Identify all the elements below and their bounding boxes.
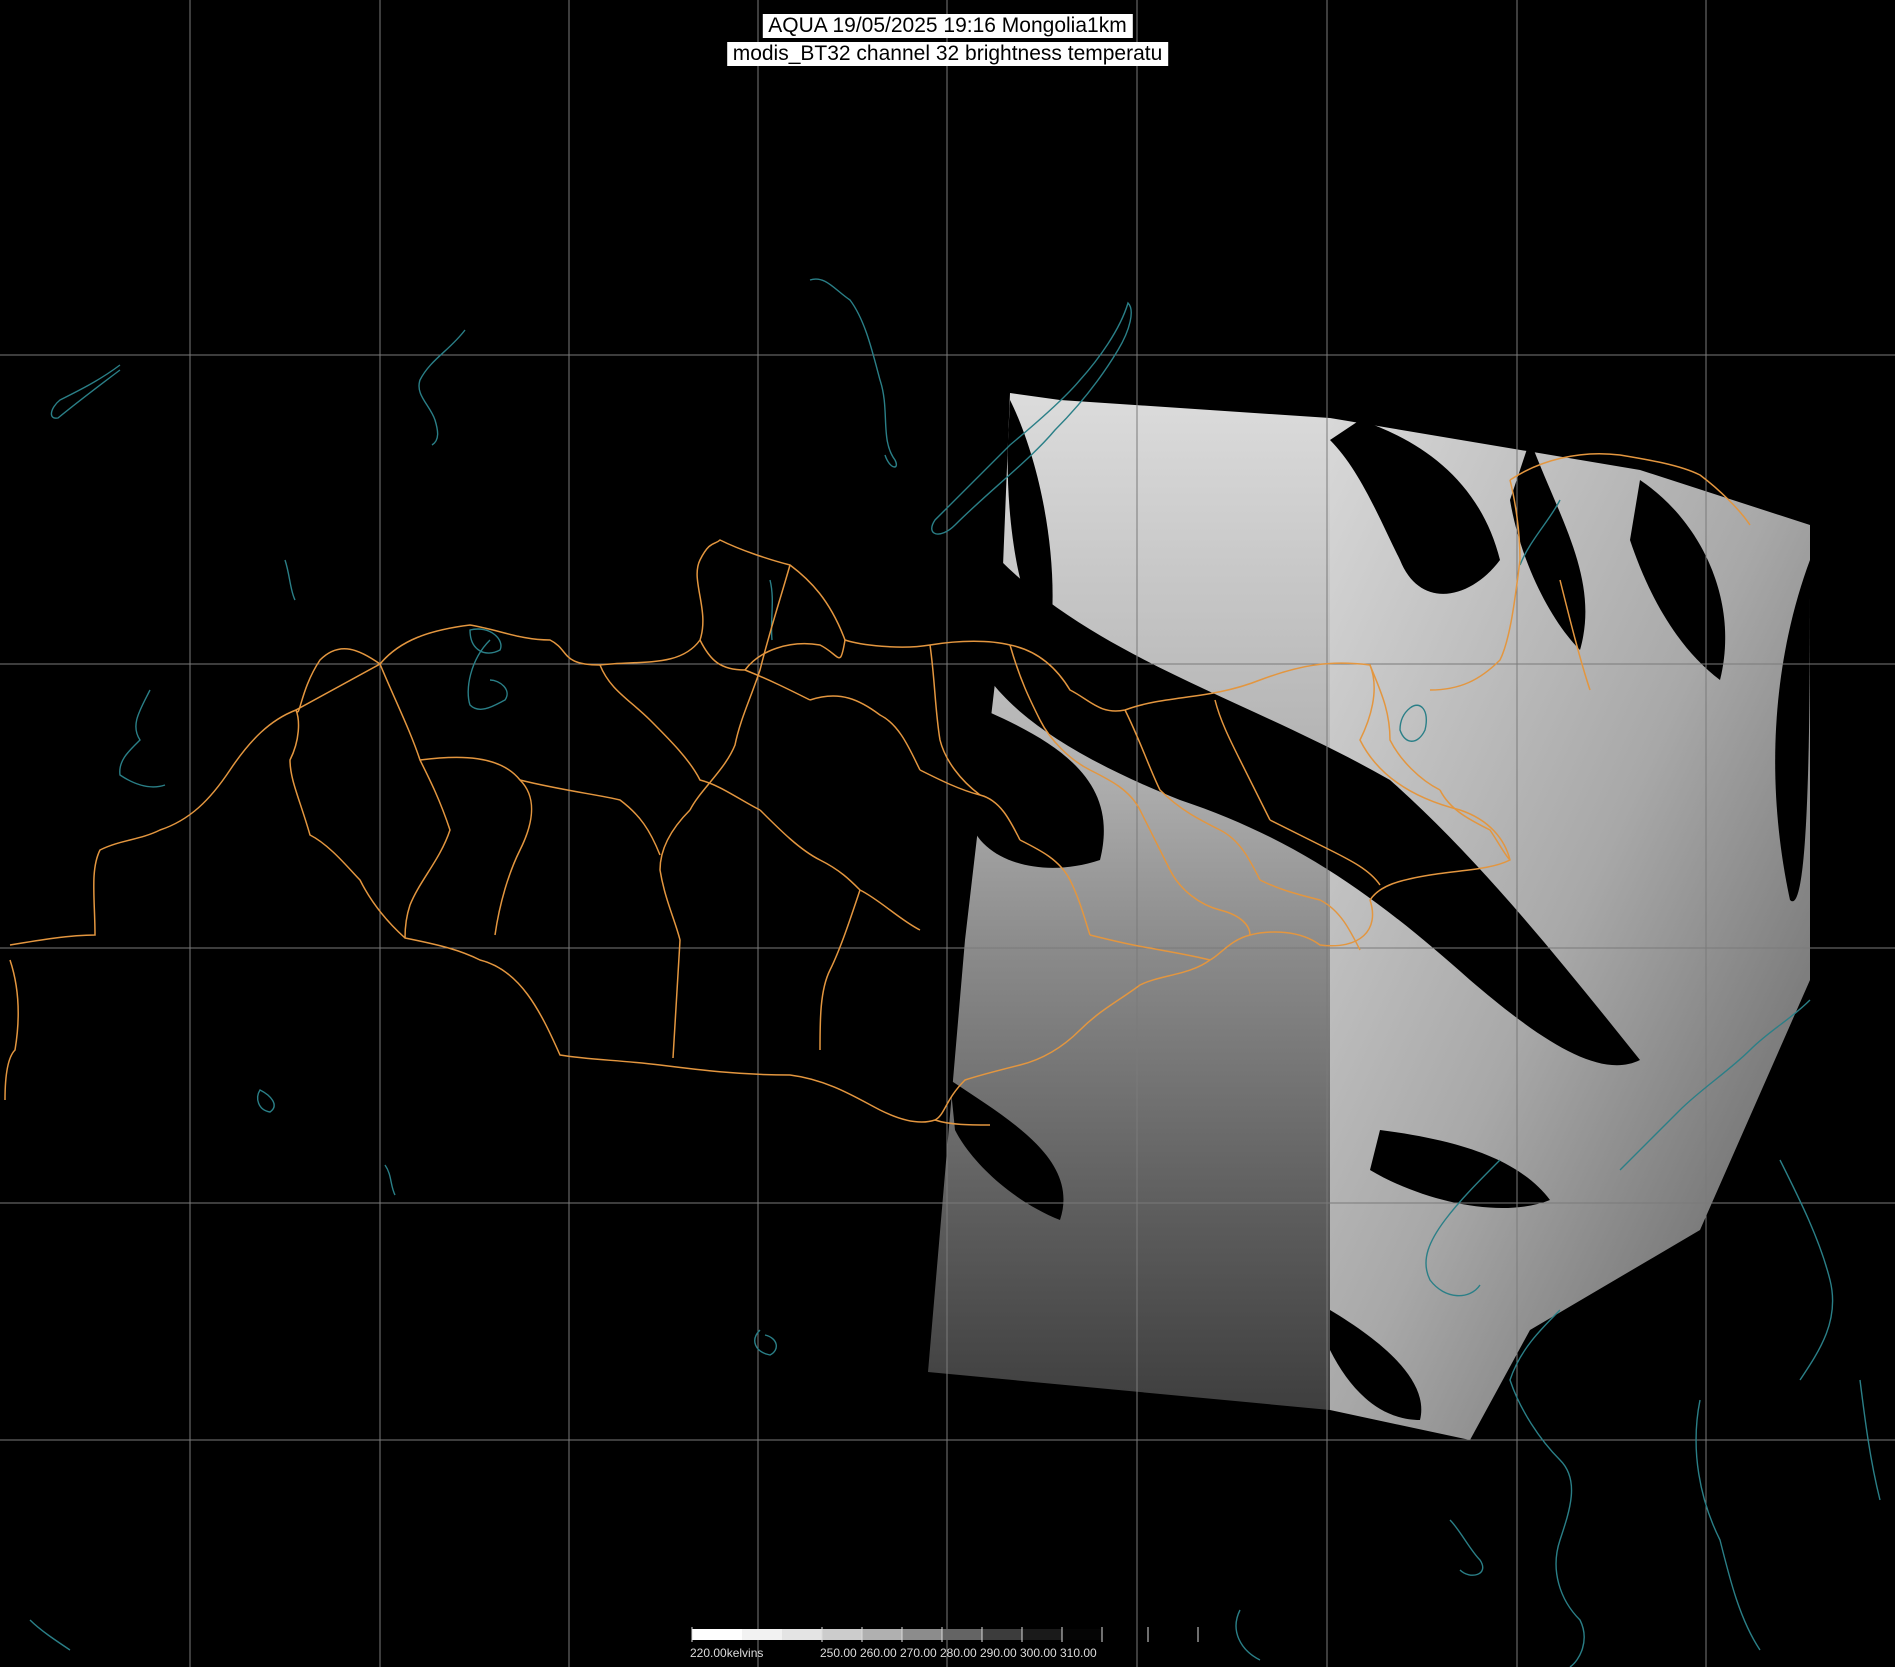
scale-label-290: 290.00: [980, 1646, 1017, 1660]
scale-label-300: 300.00: [1020, 1646, 1057, 1660]
swath-left: [928, 393, 1330, 1410]
scale-label-280: 280.00: [940, 1646, 977, 1660]
scale-label-250: 250.00: [820, 1646, 857, 1660]
scale-labels: 220.00kelvins 250.00 260.00 270.00 280.0…: [690, 1626, 1097, 1666]
scale-label-220: 220.00kelvins: [690, 1646, 764, 1660]
scale-label-270: 270.00: [900, 1646, 937, 1660]
scale-label-310: 310.00: [1060, 1646, 1097, 1660]
title-line-1: AQUA 19/05/2025 19:16 Mongolia1km: [762, 14, 1133, 38]
satellite-map: [0, 0, 1895, 1667]
scale-label-260: 260.00: [860, 1646, 897, 1660]
title-line-2: modis_BT32 channel 32 brightness tempera…: [726, 42, 1169, 66]
swath-imagery: [928, 393, 1810, 1440]
china-border-west: [9, 709, 297, 946]
